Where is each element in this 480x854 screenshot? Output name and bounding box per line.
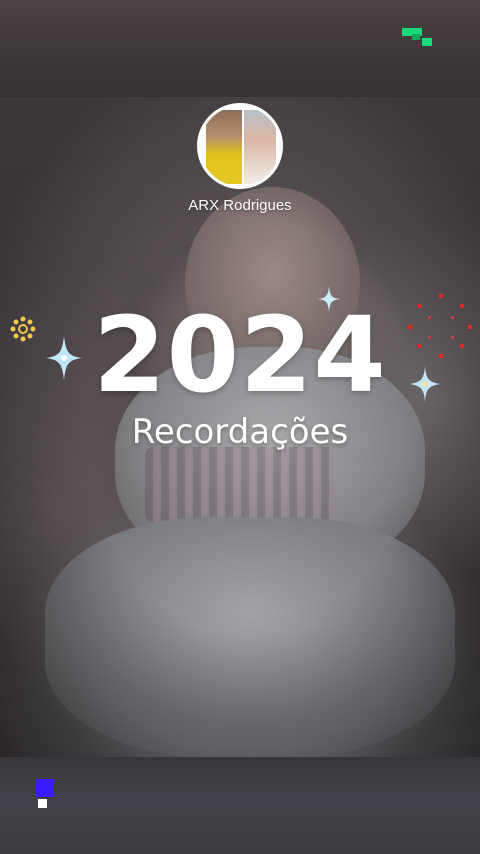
top-bar [0,0,480,97]
sparkle-icon [410,366,440,402]
sun-flower-icon [10,316,36,342]
page-indicator-icon[interactable] [36,779,56,809]
sparkle-icon [318,286,340,312]
bottom-bar [0,757,480,854]
username-label[interactable]: ARX Rodrigues [140,197,340,214]
sparkle-icon [46,336,82,380]
memories-subtitle: Recordações [131,412,349,452]
brand-logo-icon [402,28,432,46]
profile-avatar[interactable] [197,103,283,189]
avatar-photo-right [244,110,276,184]
avatar-photo-left [206,110,242,184]
firework-icon [408,294,472,358]
year-title: 2024 [93,294,387,416]
